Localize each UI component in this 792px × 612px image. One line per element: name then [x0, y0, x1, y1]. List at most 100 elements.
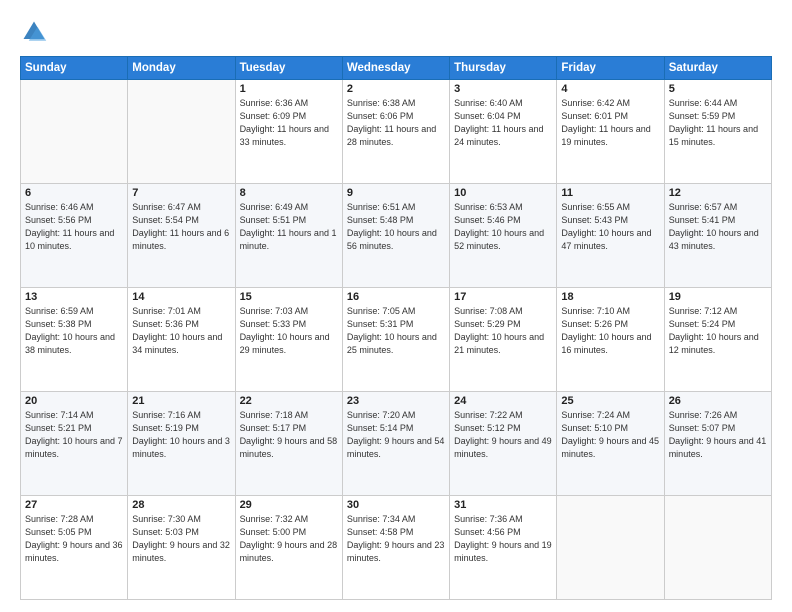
calendar-cell: 2 Sunrise: 6:38 AMSunset: 6:06 PMDaylight…: [342, 80, 449, 184]
day-number: 30: [347, 499, 445, 511]
day-info: Sunrise: 6:53 AMSunset: 5:46 PMDaylight:…: [454, 201, 552, 253]
day-info: Sunrise: 6:51 AMSunset: 5:48 PMDaylight:…: [347, 201, 445, 253]
calendar-cell: 10 Sunrise: 6:53 AMSunset: 5:46 PMDayligh…: [450, 184, 557, 288]
day-number: 16: [347, 291, 445, 303]
day-number: 2: [347, 83, 445, 95]
day-info: Sunrise: 6:38 AMSunset: 6:06 PMDaylight:…: [347, 97, 445, 149]
day-number: 11: [561, 187, 659, 199]
calendar-cell: 13 Sunrise: 6:59 AMSunset: 5:38 PMDayligh…: [21, 288, 128, 392]
calendar-week-row: 1 Sunrise: 6:36 AMSunset: 6:09 PMDaylight…: [21, 80, 772, 184]
day-number: 20: [25, 395, 123, 407]
day-info: Sunrise: 7:32 AMSunset: 5:00 PMDaylight:…: [240, 513, 338, 565]
day-info: Sunrise: 6:46 AMSunset: 5:56 PMDaylight:…: [25, 201, 123, 253]
day-info: Sunrise: 7:10 AMSunset: 5:26 PMDaylight:…: [561, 305, 659, 357]
calendar-header-row: SundayMondayTuesdayWednesdayThursdayFrid…: [21, 57, 772, 80]
calendar-cell: 9 Sunrise: 6:51 AMSunset: 5:48 PMDaylight…: [342, 184, 449, 288]
weekday-header: Tuesday: [235, 57, 342, 80]
calendar-cell: 23 Sunrise: 7:20 AMSunset: 5:14 PMDayligh…: [342, 392, 449, 496]
header: [20, 18, 772, 46]
calendar-cell: 21 Sunrise: 7:16 AMSunset: 5:19 PMDayligh…: [128, 392, 235, 496]
day-info: Sunrise: 7:16 AMSunset: 5:19 PMDaylight:…: [132, 409, 230, 461]
logo: [20, 18, 52, 46]
weekday-header: Sunday: [21, 57, 128, 80]
day-number: 9: [347, 187, 445, 199]
calendar-cell: 15Sunrise: 7:03 AMSunset: 5:33 PMDayligh…: [235, 288, 342, 392]
day-number: 29: [240, 499, 338, 511]
day-info: Sunrise: 6:44 AMSunset: 5:59 PMDaylight:…: [669, 97, 767, 149]
day-info: Sunrise: 6:57 AMSunset: 5:41 PMDaylight:…: [669, 201, 767, 253]
day-number: 6: [25, 187, 123, 199]
calendar-cell: 24Sunrise: 7:22 AMSunset: 5:12 PMDayligh…: [450, 392, 557, 496]
calendar-cell: 27Sunrise: 7:28 AMSunset: 5:05 PMDayligh…: [21, 496, 128, 600]
page: SundayMondayTuesdayWednesdayThursdayFrid…: [0, 0, 792, 612]
day-number: 14: [132, 291, 230, 303]
calendar-cell: [557, 496, 664, 600]
day-info: Sunrise: 7:18 AMSunset: 5:17 PMDaylight:…: [240, 409, 338, 461]
day-info: Sunrise: 6:47 AMSunset: 5:54 PMDaylight:…: [132, 201, 230, 253]
day-info: Sunrise: 6:55 AMSunset: 5:43 PMDaylight:…: [561, 201, 659, 253]
calendar-week-row: 6 Sunrise: 6:46 AMSunset: 5:56 PMDaylight…: [21, 184, 772, 288]
day-number: 10: [454, 187, 552, 199]
day-info: Sunrise: 7:03 AMSunset: 5:33 PMDaylight:…: [240, 305, 338, 357]
day-info: Sunrise: 6:40 AMSunset: 6:04 PMDaylight:…: [454, 97, 552, 149]
calendar-cell: 17Sunrise: 7:08 AMSunset: 5:29 PMDayligh…: [450, 288, 557, 392]
day-number: 12: [669, 187, 767, 199]
weekday-header: Thursday: [450, 57, 557, 80]
day-info: Sunrise: 7:14 AMSunset: 5:21 PMDaylight:…: [25, 409, 123, 461]
day-info: Sunrise: 7:01 AMSunset: 5:36 PMDaylight:…: [132, 305, 230, 357]
day-number: 25: [561, 395, 659, 407]
calendar-cell: 11 Sunrise: 6:55 AMSunset: 5:43 PMDayligh…: [557, 184, 664, 288]
day-number: 7: [132, 187, 230, 199]
day-info: Sunrise: 6:36 AMSunset: 6:09 PMDaylight:…: [240, 97, 338, 149]
day-number: 1: [240, 83, 338, 95]
calendar-cell: 12 Sunrise: 6:57 AMSunset: 5:41 PMDayligh…: [664, 184, 771, 288]
calendar-cell: 6 Sunrise: 6:46 AMSunset: 5:56 PMDaylight…: [21, 184, 128, 288]
day-number: 4: [561, 83, 659, 95]
day-info: Sunrise: 7:26 AMSunset: 5:07 PMDaylight:…: [669, 409, 767, 461]
weekday-header: Saturday: [664, 57, 771, 80]
day-number: 13: [25, 291, 123, 303]
weekday-header: Monday: [128, 57, 235, 80]
calendar-cell: 20 Sunrise: 7:14 AMSunset: 5:21 PMDayligh…: [21, 392, 128, 496]
day-number: 22: [240, 395, 338, 407]
day-number: 18: [561, 291, 659, 303]
calendar-week-row: 27Sunrise: 7:28 AMSunset: 5:05 PMDayligh…: [21, 496, 772, 600]
calendar-cell: 26 Sunrise: 7:26 AMSunset: 5:07 PMDayligh…: [664, 392, 771, 496]
day-number: 28: [132, 499, 230, 511]
calendar-cell: [21, 80, 128, 184]
calendar-cell: 8Sunrise: 6:49 AMSunset: 5:51 PMDaylight…: [235, 184, 342, 288]
calendar-week-row: 13 Sunrise: 6:59 AMSunset: 5:38 PMDayligh…: [21, 288, 772, 392]
weekday-header: Friday: [557, 57, 664, 80]
day-info: Sunrise: 6:49 AMSunset: 5:51 PMDaylight:…: [240, 201, 338, 253]
calendar-cell: 31 Sunrise: 7:36 AMSunset: 4:56 PMDayligh…: [450, 496, 557, 600]
day-info: Sunrise: 7:28 AMSunset: 5:05 PMDaylight:…: [25, 513, 123, 565]
calendar-cell: 14 Sunrise: 7:01 AMSunset: 5:36 PMDayligh…: [128, 288, 235, 392]
day-info: Sunrise: 7:12 AMSunset: 5:24 PMDaylight:…: [669, 305, 767, 357]
calendar-table: SundayMondayTuesdayWednesdayThursdayFrid…: [20, 56, 772, 600]
day-number: 26: [669, 395, 767, 407]
calendar-cell: 25 Sunrise: 7:24 AMSunset: 5:10 PMDayligh…: [557, 392, 664, 496]
calendar-cell: 28 Sunrise: 7:30 AMSunset: 5:03 PMDayligh…: [128, 496, 235, 600]
calendar-cell: [128, 80, 235, 184]
day-info: Sunrise: 7:20 AMSunset: 5:14 PMDaylight:…: [347, 409, 445, 461]
day-number: 3: [454, 83, 552, 95]
day-info: Sunrise: 7:24 AMSunset: 5:10 PMDaylight:…: [561, 409, 659, 461]
calendar-cell: 19 Sunrise: 7:12 AMSunset: 5:24 PMDayligh…: [664, 288, 771, 392]
day-number: 23: [347, 395, 445, 407]
day-info: Sunrise: 7:08 AMSunset: 5:29 PMDaylight:…: [454, 305, 552, 357]
day-number: 21: [132, 395, 230, 407]
day-info: Sunrise: 6:59 AMSunset: 5:38 PMDaylight:…: [25, 305, 123, 357]
day-info: Sunrise: 7:05 AMSunset: 5:31 PMDaylight:…: [347, 305, 445, 357]
day-info: Sunrise: 7:34 AMSunset: 4:58 PMDaylight:…: [347, 513, 445, 565]
day-info: Sunrise: 7:30 AMSunset: 5:03 PMDaylight:…: [132, 513, 230, 565]
calendar-cell: 18 Sunrise: 7:10 AMSunset: 5:26 PMDayligh…: [557, 288, 664, 392]
day-number: 31: [454, 499, 552, 511]
day-info: Sunrise: 7:36 AMSunset: 4:56 PMDaylight:…: [454, 513, 552, 565]
calendar-week-row: 20 Sunrise: 7:14 AMSunset: 5:21 PMDayligh…: [21, 392, 772, 496]
day-number: 24: [454, 395, 552, 407]
calendar-cell: 7 Sunrise: 6:47 AMSunset: 5:54 PMDaylight…: [128, 184, 235, 288]
calendar-cell: 22 Sunrise: 7:18 AMSunset: 5:17 PMDayligh…: [235, 392, 342, 496]
weekday-header: Wednesday: [342, 57, 449, 80]
day-number: 19: [669, 291, 767, 303]
calendar-cell: 29 Sunrise: 7:32 AMSunset: 5:00 PMDayligh…: [235, 496, 342, 600]
